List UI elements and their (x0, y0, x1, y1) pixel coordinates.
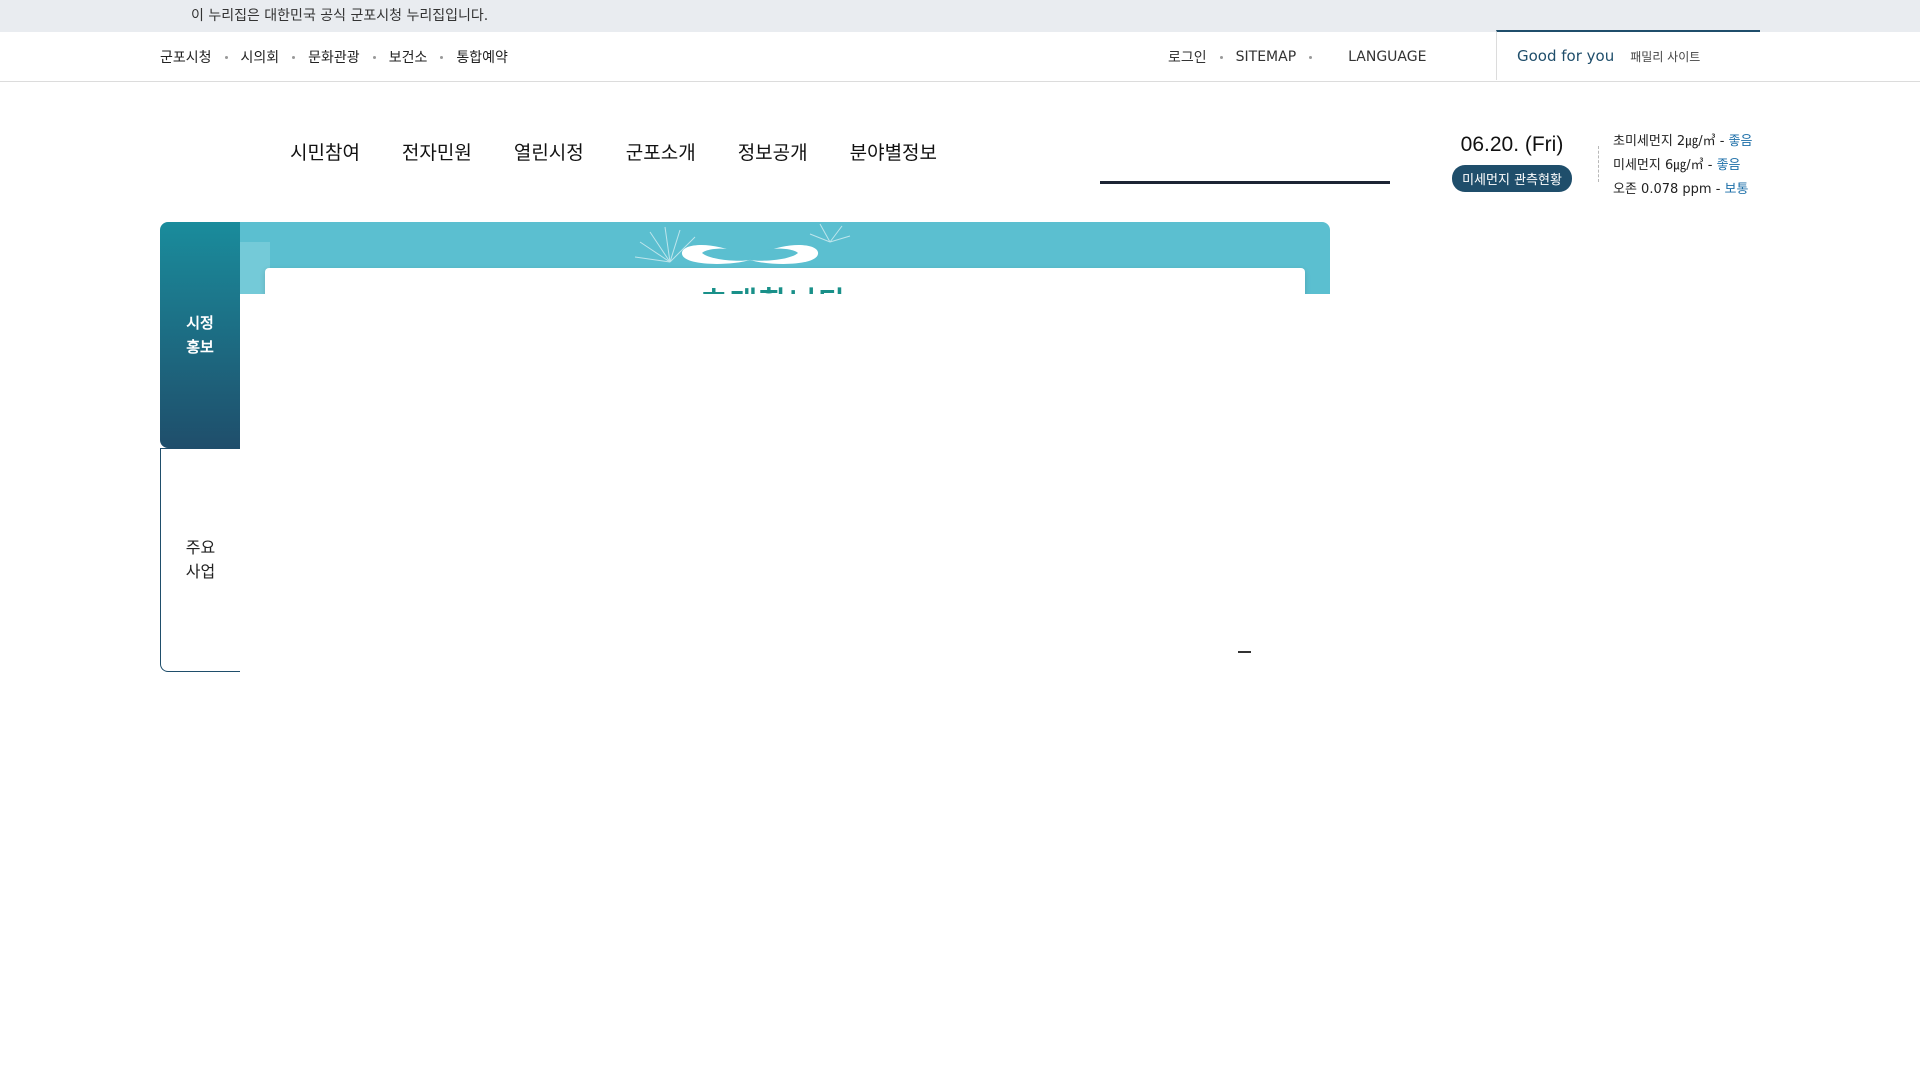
gnb-field-information[interactable]: 분야별정보 (850, 138, 937, 165)
link-city-council[interactable]: 시의회 (241, 47, 280, 67)
minimize-icon[interactable] (1238, 651, 1251, 653)
link-health-center[interactable]: 보건소 (389, 47, 428, 67)
gov-banner-text: 이 누리집은 대한민국 공식 군포시청 누리집입니다. (191, 8, 489, 24)
family-site-box[interactable]: Good for you 패밀리 사이트 (1496, 30, 1760, 80)
gnb-active-indicator (1100, 181, 1390, 184)
ultrafine-dust-status: 좋음 (1728, 134, 1753, 149)
gnb-citizen-participation[interactable]: 시민참여 (290, 138, 360, 165)
today-date: 06.20. (Fri) (1460, 133, 1564, 156)
gov-official-banner: 이 누리집은 대한민국 공식 군포시청 누리집입니다. (0, 0, 1920, 32)
air-quality-list: 초미세먼지 2㎍/㎥ - 좋음 미세먼지 6㎍/㎥ - 좋음 오존 0.078 … (1613, 130, 1752, 202)
separator-dot (372, 55, 376, 59)
sitemap-link[interactable]: SITEMAP (1236, 49, 1297, 65)
separator-dot (224, 55, 228, 59)
link-culture-tourism[interactable]: 문화관광 (308, 47, 360, 67)
related-sites-nav: 군포시청 시의회 문화관광 보건소 통합예약 (160, 32, 508, 82)
ozone-status: 보통 (1724, 182, 1749, 197)
gnb-about-gunpo[interactable]: 군포소개 (626, 138, 696, 165)
tab-major-projects-line2: 사업 (185, 562, 216, 581)
promo-banner[interactable]: 초대합니다 (240, 222, 1330, 294)
fine-dust-label: 미세먼지 6㎍/㎥ - (1613, 158, 1717, 173)
separator-dot (1309, 55, 1313, 59)
weather-divider (1598, 146, 1599, 182)
ozone-label: 오존 0.078 ppm - (1613, 182, 1725, 197)
banner-title: 초대합니다 (700, 278, 848, 294)
family-site-label[interactable]: 패밀리 사이트 (1630, 48, 1700, 65)
tab-city-promotion-line2: 홍보 (186, 338, 214, 356)
tab-city-promotion[interactable]: 시정 홍보 (160, 222, 240, 448)
utility-bar: 군포시청 시의회 문화관광 보건소 통합예약 로그인 SITEMAP LANGU… (0, 30, 1920, 82)
good-for-you-slogan: Good for you (1517, 47, 1615, 65)
fine-dust-row: 미세먼지 6㎍/㎥ - 좋음 (1613, 154, 1752, 178)
gnb-e-civil-service[interactable]: 전자민원 (402, 138, 472, 165)
content-tabs: 시정 홍보 주요 사업 (160, 222, 240, 672)
link-gunpo-city-hall[interactable]: 군포시청 (160, 47, 212, 67)
date-widget: 06.20. (Fri) 미세먼지 관측현황 (1440, 133, 1584, 192)
login-link[interactable]: 로그인 (1168, 47, 1207, 67)
main-navigation: 시민참여 전자민원 열린시정 군포소개 정보공개 분야별정보 (290, 138, 979, 165)
link-integrated-reservation[interactable]: 통합예약 (456, 47, 508, 67)
account-nav: 로그인 SITEMAP LANGUAGE (1168, 32, 1426, 82)
separator-dot (292, 55, 296, 59)
dust-observation-button[interactable]: 미세먼지 관측현황 (1452, 165, 1572, 192)
language-link[interactable]: LANGUAGE (1348, 49, 1426, 65)
tab-major-projects-line1: 주요 (185, 538, 216, 557)
ozone-row: 오존 0.078 ppm - 보통 (1613, 178, 1752, 202)
ultrafine-dust-row: 초미세먼지 2㎍/㎥ - 좋음 (1613, 130, 1752, 154)
fine-dust-status: 좋음 (1716, 158, 1741, 173)
separator-dot (440, 55, 444, 59)
separator-dot (1219, 55, 1223, 59)
gnb-open-administration[interactable]: 열린시정 (514, 138, 584, 165)
ultrafine-dust-label: 초미세먼지 2㎍/㎥ - (1613, 134, 1729, 149)
tab-city-promotion-line1: 시정 (186, 314, 214, 332)
tab-major-projects[interactable]: 주요 사업 (160, 448, 240, 672)
gnb-information-disclosure[interactable]: 정보공개 (738, 138, 808, 165)
